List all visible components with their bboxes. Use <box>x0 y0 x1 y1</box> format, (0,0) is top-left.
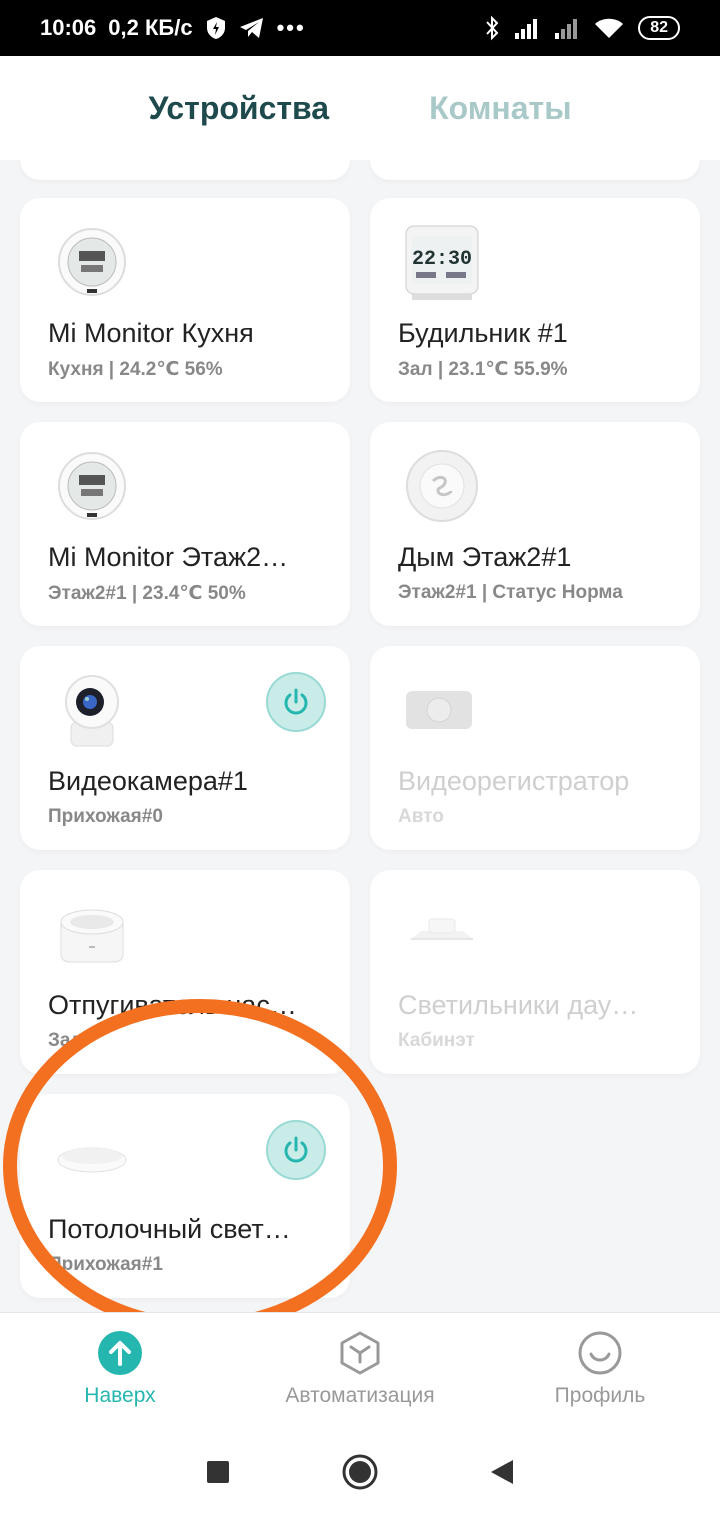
device-card[interactable]: 22:30 Будильник #1 Зал | 23.1℃ 55.9% <box>370 198 700 402</box>
device-card[interactable]: Отпугиватель нас… Зал <box>20 870 350 1074</box>
device-subtitle: Зал | 23.1℃ 55.9% <box>398 359 568 380</box>
device-card[interactable]: Дым Этаж2#1 Этаж2#1 | Статус Норма <box>370 422 700 626</box>
nav-label: Профиль <box>554 1383 646 1407</box>
device-subtitle: Кабинэт <box>398 1030 475 1051</box>
device-name: Mi Monitor Кухня <box>48 318 254 348</box>
recents-square-icon[interactable] <box>205 1459 231 1485</box>
back-triangle-icon[interactable] <box>489 1458 515 1486</box>
power-button[interactable] <box>266 1120 326 1180</box>
status-speed: 0,2 КБ/с <box>108 15 193 40</box>
tab-rooms[interactable]: Комнаты <box>429 90 571 127</box>
signal-icon-2 <box>555 19 578 39</box>
device-card[interactable]: Видеокамера#1 Прихожая#0 <box>20 646 350 850</box>
smoke-detector-icon <box>402 446 482 526</box>
more-notifications-icon: ••• <box>276 15 306 40</box>
dashcam-icon <box>404 670 474 750</box>
automation-icon <box>340 1331 380 1374</box>
device-subtitle: Кухня | 24.2℃ 56% <box>48 359 223 380</box>
nav-item-top[interactable]: Наверх <box>20 1330 220 1408</box>
device-name: Дым Этаж2#1 <box>398 542 572 572</box>
tab-devices[interactable]: Устройства <box>148 90 329 127</box>
thermometer-hygrometer-icon <box>52 222 132 302</box>
power-icon <box>284 688 308 715</box>
svg-text:22:30: 22:30 <box>412 248 472 271</box>
repeller-icon <box>52 894 132 974</box>
device-subtitle: Прихожая#1 <box>48 1254 163 1275</box>
arrow-up-icon <box>98 1330 142 1375</box>
device-card-partial-right[interactable] <box>370 160 700 180</box>
downlight-icon <box>402 894 482 974</box>
shield-icon <box>206 17 225 39</box>
nav-item-profile[interactable]: Профиль <box>500 1330 700 1408</box>
profile-icon <box>578 1331 622 1374</box>
device-card[interactable]: Видеорегистратор Авто <box>370 646 700 850</box>
device-name: Видеокамера#1 <box>48 766 248 796</box>
device-card[interactable]: Mi Monitor Кухня Кухня | 24.2℃ 56% <box>20 198 350 402</box>
signal-icon <box>515 19 538 39</box>
bluetooth-icon <box>486 15 499 41</box>
status-bar: 10:06 0,2 КБ/с ••• 82 <box>0 0 720 56</box>
nav-item-automation[interactable]: Автоматизация <box>260 1330 460 1408</box>
nav-label: Автоматизация <box>285 1383 435 1407</box>
power-icon <box>284 1136 308 1163</box>
device-subtitle: Этаж2#1 | 23.4℃ 50% <box>48 583 246 604</box>
bottom-nav: Наверх Автоматизация Профиль <box>0 1312 720 1424</box>
status-time: 10:06 <box>40 15 97 40</box>
alarm-clock-icon: 22:30 <box>402 222 482 302</box>
device-subtitle: Прихожая#0 <box>48 806 163 827</box>
device-grid: Mi Monitor Кухня Кухня | 24.2℃ 56% 22:30… <box>0 160 720 1312</box>
battery-indicator: 82 <box>638 16 680 40</box>
device-name: Mi Monitor Этаж2… <box>48 542 289 572</box>
power-button[interactable] <box>266 672 326 732</box>
ceiling-light-icon <box>52 1118 132 1198</box>
device-subtitle: Зал <box>48 1030 83 1051</box>
camera-icon <box>52 670 132 750</box>
device-card[interactable]: Светильники дау… Кабинэт <box>370 870 700 1074</box>
thermometer-hygrometer-icon <box>52 446 132 526</box>
wifi-icon <box>595 18 624 38</box>
device-card[interactable]: Потолочный свет… Прихожая#1 <box>20 1094 350 1298</box>
header-tabs: Устройства Комнаты <box>0 56 720 160</box>
system-nav-bar <box>0 1424 720 1520</box>
device-subtitle: Авто <box>398 806 444 827</box>
device-name: Потолочный свет… <box>48 1214 291 1244</box>
device-name: Светильники дау… <box>398 990 639 1020</box>
home-circle-icon[interactable] <box>341 1453 379 1491</box>
device-name: Видеорегистратор <box>398 766 630 796</box>
device-card[interactable]: Mi Monitor Этаж2… Этаж2#1 | 23.4℃ 50% <box>20 422 350 626</box>
telegram-icon <box>239 18 263 38</box>
nav-label: Наверх <box>84 1383 156 1407</box>
device-name: Будильник #1 <box>398 318 568 348</box>
device-card-partial-left[interactable] <box>20 160 350 180</box>
device-name: Отпугиватель нас… <box>48 990 297 1020</box>
device-subtitle: Этаж2#1 | Статус Норма <box>398 582 623 603</box>
